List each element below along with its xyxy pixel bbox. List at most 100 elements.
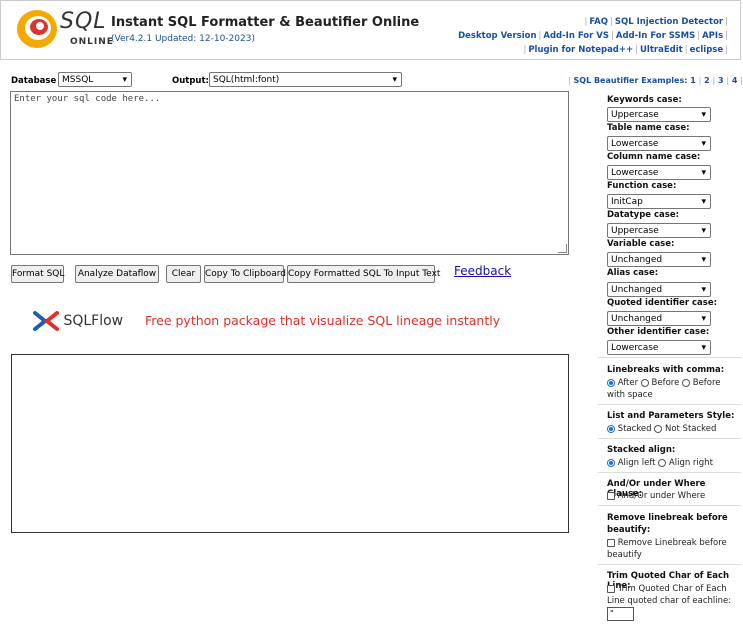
trim-checkbox-label: Trim Quoted Char of Each Line quoted cha…	[607, 584, 732, 606]
function-case-select[interactable]: InitCap ▾	[607, 194, 711, 209]
other-case-label: Other identifier case:	[607, 327, 710, 337]
radio-stacked[interactable]	[607, 424, 615, 433]
radio-before[interactable]	[640, 378, 649, 387]
variable-case-label: Variable case:	[607, 239, 675, 249]
chevron-down-icon: ▾	[701, 139, 706, 149]
chevron-down-icon: ▾	[701, 197, 706, 207]
link-desktop-version[interactable]: Desktop Version	[458, 31, 536, 41]
chevron-down-icon: ▾	[701, 285, 706, 295]
other-case-select[interactable]: Lowercase ▾	[607, 340, 711, 355]
resize-grip-icon[interactable]	[558, 244, 567, 253]
sqlonline-logo[interactable]: SQL ONLINE	[15, 7, 113, 51]
logo-text: SQL	[60, 9, 107, 34]
radio-before-space[interactable]	[682, 378, 691, 387]
keywords-case-select[interactable]: Uppercase ▾	[607, 107, 711, 122]
list-style-label: List and Parameters Style:	[607, 411, 735, 421]
trim-checkbox[interactable]	[607, 584, 615, 593]
link-addin-vs[interactable]: Add-In For VS	[543, 31, 609, 41]
radio-after[interactable]	[607, 378, 615, 387]
chevron-down-icon: ▾	[701, 110, 706, 120]
divider	[598, 472, 741, 473]
link-notepad-plugin[interactable]: Plugin for Notepad++	[528, 45, 633, 55]
datatype-case-value: Uppercase	[611, 226, 659, 236]
radio-align-left[interactable]	[607, 458, 615, 467]
alias-case-select[interactable]: Unchanged ▾	[607, 282, 711, 297]
link-injection-detector[interactable]: SQL Injection Detector	[615, 17, 723, 27]
divider	[598, 505, 741, 506]
example-link-1[interactable]: 1	[690, 76, 696, 85]
quoted-case-value: Unchanged	[611, 314, 663, 324]
trim-option: Trim Quoted Char of Each Line quoted cha…	[607, 583, 737, 607]
header: SQL ONLINE Instant SQL Formatter & Beaut…	[0, 0, 741, 60]
example-link-3[interactable]: 3	[718, 76, 724, 85]
database-select-value: MSSQL	[62, 75, 94, 85]
quoted-case-select[interactable]: Unchanged ▾	[607, 311, 711, 326]
table-case-value: Lowercase	[611, 139, 659, 149]
column-case-value: Lowercase	[611, 168, 659, 178]
linebreaks-label: Linebreaks with comma:	[607, 365, 725, 375]
table-case-select[interactable]: Lowercase ▾	[607, 136, 711, 151]
page-title: Instant SQL Formatter & Beautifier Onlin…	[111, 15, 420, 30]
sqlflow-logo[interactable]: SQLFlow	[33, 310, 123, 332]
trim-char-input[interactable]: "	[607, 607, 634, 621]
link-addin-ssms[interactable]: Add-In For SSMS	[616, 31, 695, 41]
database-select[interactable]: MSSQL ▾	[58, 72, 132, 87]
chevron-down-icon: ▾	[701, 343, 706, 353]
chevron-down-icon: ▾	[122, 75, 127, 85]
radio-align-right-label: Align right	[668, 458, 713, 468]
output-select[interactable]: SQL(html:font) ▾	[209, 72, 402, 87]
copy-formatted-button[interactable]: Copy Formatted SQL To Input Text	[287, 265, 440, 283]
output-select-value: SQL(html:font)	[213, 75, 280, 85]
link-faq[interactable]: FAQ	[589, 17, 608, 27]
example-link-4[interactable]: 4	[732, 76, 738, 85]
link-ultraedit[interactable]: UltraEdit	[640, 45, 683, 55]
sql-input-textarea[interactable]: Enter your sql code here...	[10, 91, 569, 255]
radio-not-stacked[interactable]	[654, 424, 663, 433]
output-label: Output:	[172, 76, 209, 86]
analyze-dataflow-button[interactable]: Analyze Dataflow	[75, 265, 159, 283]
radio-after-label: After	[617, 378, 639, 388]
logo-swirl-icon	[17, 10, 57, 48]
radio-align-left-label: Align left	[617, 458, 656, 468]
datatype-case-select[interactable]: Uppercase ▾	[607, 223, 711, 238]
remove-linebreak-checkbox[interactable]	[607, 538, 615, 547]
radio-align-right[interactable]	[658, 458, 667, 467]
chevron-down-icon: ▾	[701, 314, 706, 324]
andor-checkbox[interactable]	[607, 491, 615, 500]
linebreaks-options: After Before Before with space	[607, 377, 737, 401]
table-case-label: Table name case:	[607, 123, 690, 133]
divider	[598, 404, 741, 405]
example-link-2[interactable]: 2	[704, 76, 710, 85]
other-case-value: Lowercase	[611, 343, 659, 353]
stacked-align-label: Stacked align:	[607, 445, 676, 455]
promo-text[interactable]: Free python package that visualize SQL l…	[145, 313, 500, 328]
clear-button[interactable]: Clear	[166, 265, 201, 283]
link-apis[interactable]: APIs	[702, 31, 723, 41]
radio-before-label: Before	[651, 378, 680, 388]
copy-to-clipboard-button[interactable]: Copy To Clipboard	[204, 265, 286, 283]
quoted-case-label: Quoted identifier case:	[607, 298, 717, 308]
link-eclipse[interactable]: eclipse	[690, 45, 724, 55]
feedback-link[interactable]: Feedback	[454, 264, 511, 278]
examples-links: | SQL Beautifier Examples: 1 | 2 | 3 | 4…	[568, 76, 743, 85]
format-sql-button[interactable]: Format SQL	[11, 265, 64, 283]
keywords-case-label: Keywords case:	[607, 95, 682, 105]
radio-stacked-label: Stacked	[617, 424, 652, 434]
sql-input-placeholder: Enter your sql code here...	[14, 94, 161, 104]
remove-linebreak-option: Remove Linebreak before beautify	[607, 537, 737, 561]
radio-not-stacked-label: Not Stacked	[664, 424, 717, 434]
sqlflow-logo-text: SQLFlow	[63, 313, 124, 329]
logo-online-text: ONLINE	[70, 37, 114, 47]
examples-label: SQL Beautifier Examples:	[573, 76, 688, 85]
header-links: | FAQ | SQL Injection Detector | Desktop Ver…	[458, 17, 728, 55]
database-label: Database	[11, 76, 57, 86]
column-case-select[interactable]: Lowercase ▾	[607, 165, 711, 180]
formatted-output-area[interactable]	[11, 354, 569, 533]
divider	[598, 438, 741, 439]
remove-linebreak-checkbox-label: Remove Linebreak before beautify	[607, 538, 727, 560]
keywords-case-value: Uppercase	[611, 110, 659, 120]
sqlflow-icon	[33, 311, 59, 331]
list-style-options: Stacked Not Stacked	[607, 423, 737, 435]
andor-checkbox-label: And/Or under Where	[617, 491, 706, 501]
variable-case-select[interactable]: Unchanged ▾	[607, 252, 711, 267]
